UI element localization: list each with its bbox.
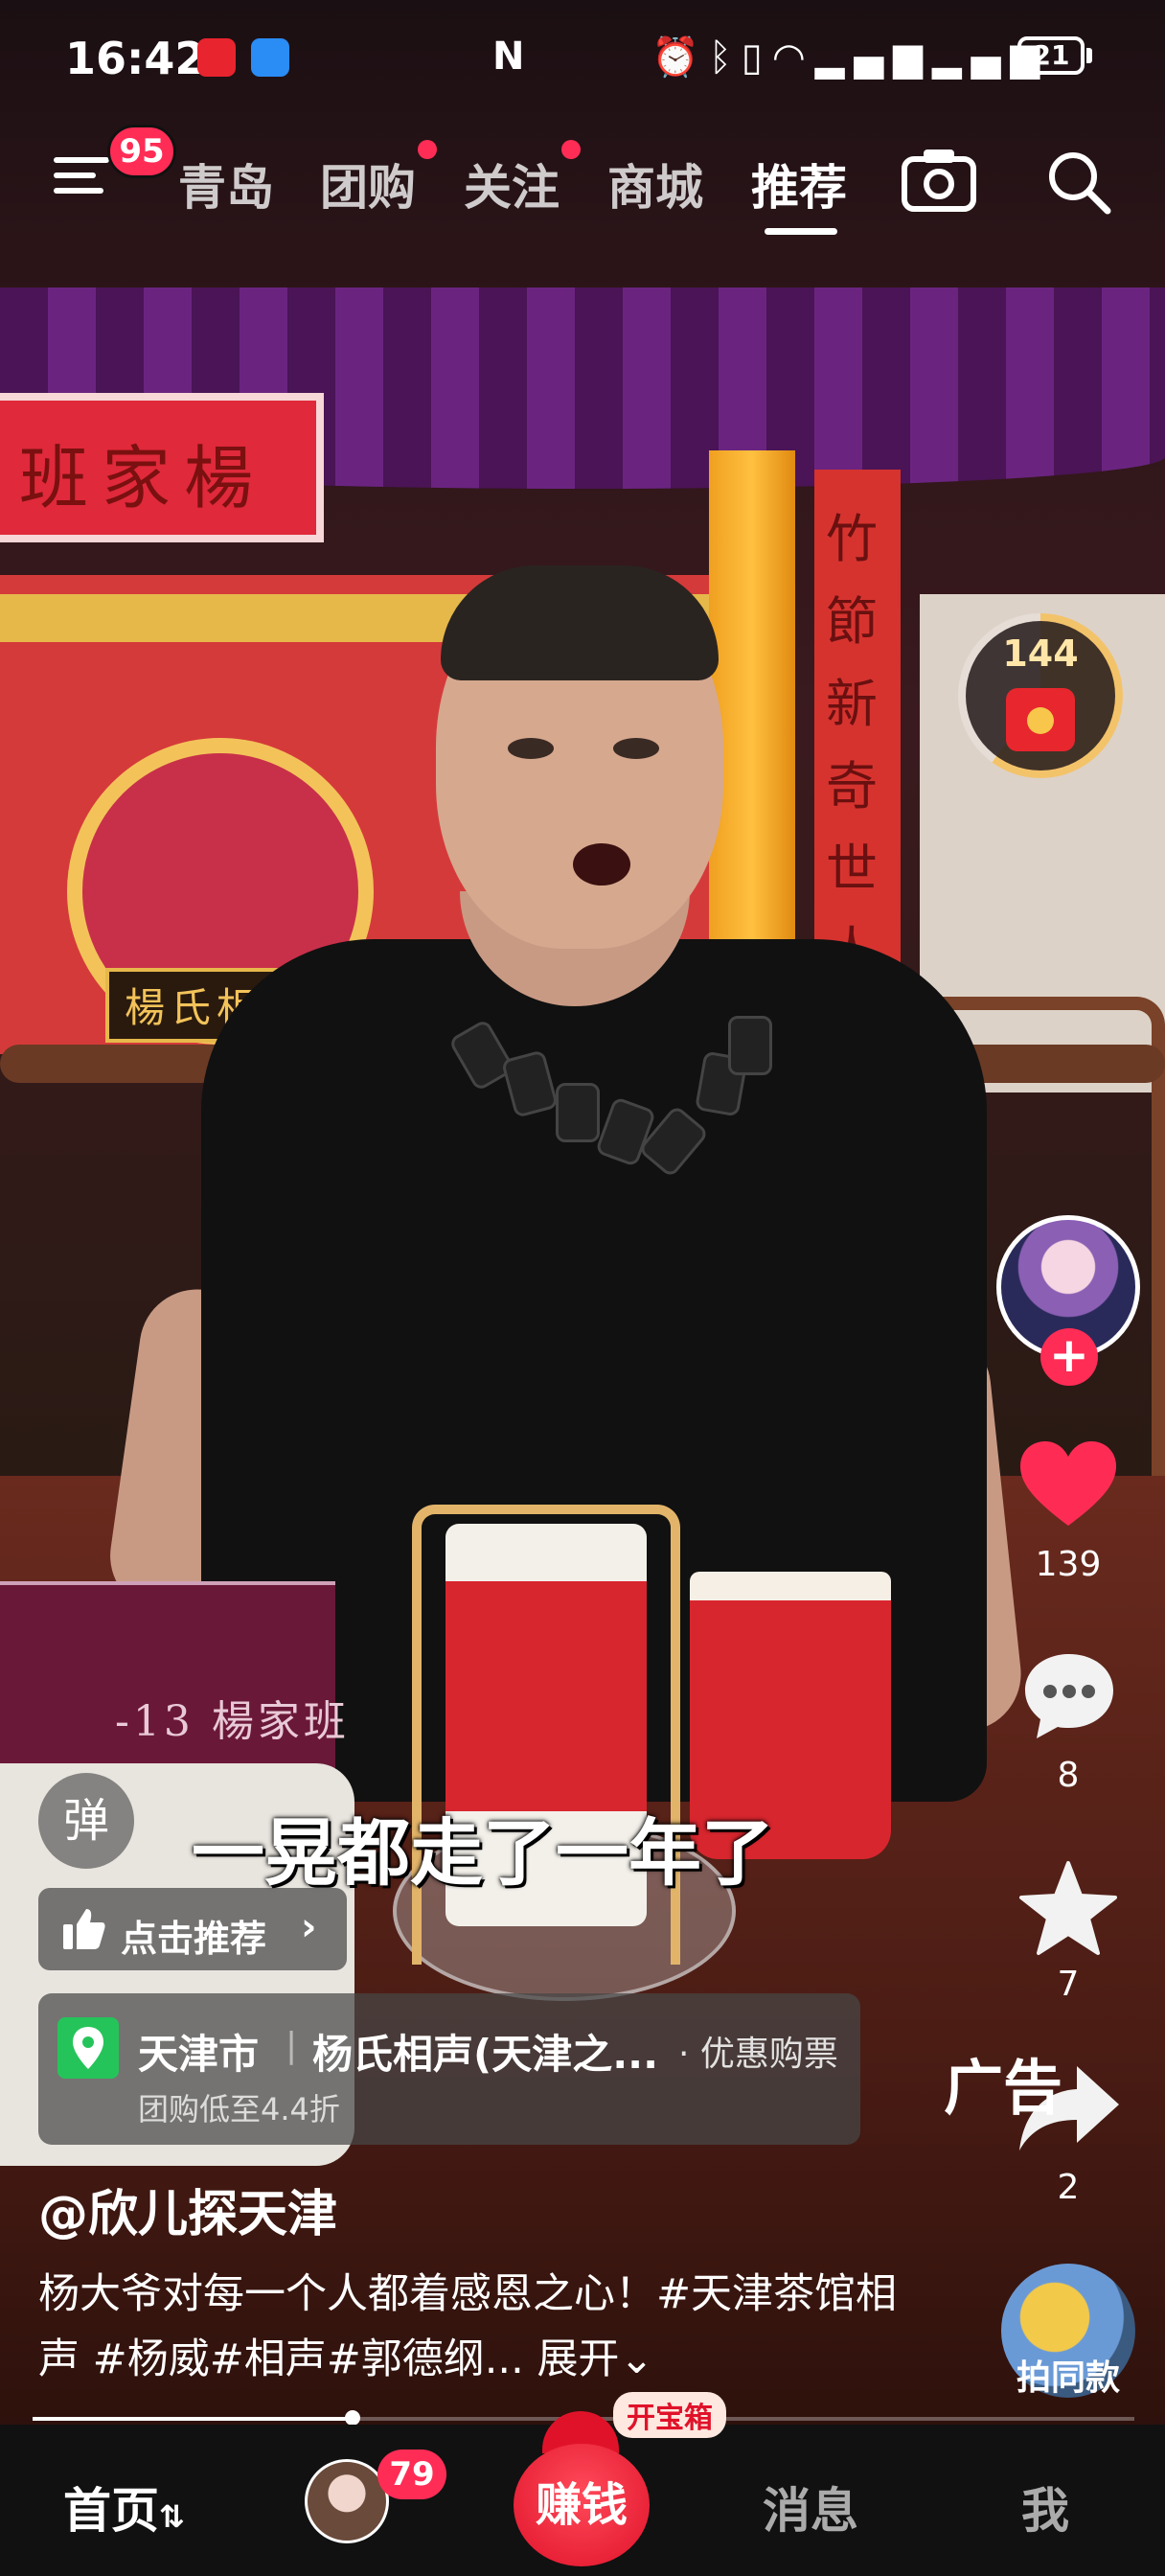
menu-badge: 95	[107, 125, 176, 178]
thumbs-up-icon	[61, 1907, 105, 1955]
battery-tip	[1086, 48, 1092, 63]
vibrate-icon: ▯	[741, 35, 772, 80]
battery-indicator: 21	[1017, 36, 1085, 75]
status-icons: ⏰ᛒ▯◠▂▄▆▂▄▆	[651, 34, 1049, 80]
swap-icon: ⇅	[159, 2498, 185, 2535]
chevron-right-icon: ›	[301, 1905, 317, 1949]
tab-group-buy[interactable]: 团购	[320, 150, 416, 218]
video-progress-fill	[33, 2417, 353, 2421]
author-name[interactable]: @欣儿探天津	[38, 2174, 337, 2245]
red-packet-seal	[1027, 707, 1054, 734]
person-eye	[508, 738, 554, 759]
bluetooth-icon: ᛒ	[708, 35, 742, 80]
microphone-cluster	[447, 1016, 776, 1188]
location-venue: 杨氏相声(天津之...	[312, 2031, 659, 2078]
tab-messages[interactable]: 消息	[763, 2472, 858, 2542]
alarm-icon: ⏰	[651, 35, 709, 80]
favorite-icon[interactable]	[1017, 1859, 1119, 1961]
tab-active-indicator	[765, 228, 837, 235]
ticket-deal-link[interactable]: · 优惠购票	[678, 2026, 838, 2076]
like-count: 139	[1035, 1545, 1102, 1584]
tab-home[interactable]: 首页⇅	[63, 2472, 185, 2542]
tab-recommend[interactable]: 推荐	[751, 150, 847, 218]
plaque-text: 班家楊	[19, 438, 267, 518]
favorite-count: 7	[1057, 1965, 1080, 2004]
huawei-app-icon	[197, 38, 236, 77]
tab-qingdao[interactable]: 青岛	[178, 150, 274, 218]
tab-following[interactable]: 关注	[464, 150, 560, 218]
reward-count: 144	[1002, 632, 1079, 675]
person-mouth	[573, 843, 630, 886]
cloud-app-icon	[251, 38, 289, 77]
video-subtitle: 一晃都走了一年了	[192, 1810, 774, 1896]
search-icon[interactable]	[1044, 148, 1113, 220]
location-city: 天津市	[138, 2031, 260, 2078]
expand-label: 展开	[537, 2335, 620, 2383]
location-discount: 团购低至4.4折	[138, 2091, 340, 2128]
like-icon[interactable]	[1018, 1439, 1118, 1533]
tab-group-buy-dot	[418, 140, 437, 159]
person-hair	[441, 565, 719, 680]
tab-mall[interactable]: 商城	[607, 150, 703, 218]
video-progress-knob[interactable]	[345, 2410, 360, 2426]
video-caption: 杨大爷对每一个人都着感恩之心！#天津茶馆相声 #杨威#相声#郭德纲... 展开⌄	[38, 2262, 901, 2392]
pillar	[709, 450, 795, 987]
location-pin-icon	[57, 2017, 119, 2079]
share-count: 2	[1057, 2168, 1080, 2207]
tab-home-label: 首页	[63, 2483, 159, 2539]
person-eye	[613, 738, 659, 759]
tab-following-dot	[561, 140, 581, 159]
follow-button[interactable]: +	[1040, 1328, 1098, 1386]
danmu-toggle-button[interactable]: 弹	[38, 1773, 134, 1869]
comment-count: 8	[1057, 1756, 1080, 1795]
tab-me[interactable]: 我	[1021, 2472, 1069, 2542]
signal-icon: ▂▄▆	[814, 35, 933, 80]
same-style-label: 拍同款	[1016, 2358, 1120, 2398]
camera-icon[interactable]	[901, 146, 977, 217]
table-sign-text: -13 楊家班	[115, 1697, 350, 1746]
caption-text: 杨大爷对每一个人都着感恩之心！#天津茶馆相声 #杨威#相声#郭德纲...	[38, 2270, 898, 2383]
expand-button[interactable]: 展开⌄	[537, 2335, 653, 2383]
wifi-icon: ◠	[771, 35, 815, 80]
chevron-down-icon: ⌄	[619, 2335, 654, 2383]
status-time: 16:42	[65, 33, 206, 84]
menu-icon[interactable]	[54, 153, 109, 197]
treasure-box-badge[interactable]: 开宝箱	[613, 2392, 726, 2438]
recommend-label: 点击推荐	[121, 1918, 267, 1960]
ad-label: 广告	[944, 2053, 1063, 2123]
nfc-icon: N	[492, 34, 525, 79]
table-sign	[0, 1581, 335, 1786]
location-separator: |	[286, 2026, 298, 2065]
friends-badge: 79	[377, 2450, 446, 2499]
friends-avatar[interactable]	[305, 2459, 389, 2543]
earn-button[interactable]: 赚钱	[514, 2444, 650, 2566]
comment-icon[interactable]	[1021, 1650, 1117, 1746]
